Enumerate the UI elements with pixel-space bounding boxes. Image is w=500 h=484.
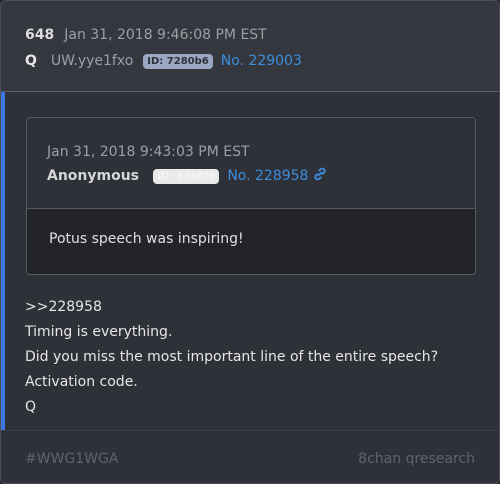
quoted-post-header: Jan 31, 2018 9:43:03 PM EST Anonymous ID… (27, 118, 475, 209)
post-line: Activation code. (25, 374, 138, 390)
post-number: 648 (25, 27, 55, 43)
quoted-poster-id-badge: ID: e3e8f0 (153, 168, 220, 184)
quoted-post-date: Jan 31, 2018 9:43:03 PM EST (47, 144, 250, 160)
post-author: Q (25, 53, 37, 69)
quoted-post-number-link[interactable]: No. 228958 (227, 168, 308, 184)
post-line: Timing is everything. (25, 324, 173, 340)
post-signature: Q (25, 399, 37, 415)
post-number-link[interactable]: No. 229003 (221, 53, 302, 69)
poster-id-badge: ID: 7280b6 (143, 53, 213, 69)
quoted-post-text: Potus speech was inspiring! (49, 231, 244, 247)
quoted-post: Jan 31, 2018 9:43:03 PM EST Anonymous ID… (26, 117, 476, 275)
post-source: 8chan qresearch (358, 451, 475, 467)
quoted-post-body: Potus speech was inspiring! (27, 209, 475, 274)
post-content: >>228958 Timing is everything. Did you m… (25, 295, 438, 420)
post-meta-line: 648 Jan 31, 2018 9:46:08 PM EST (25, 25, 267, 45)
post-accent-bar (1, 92, 5, 430)
quoted-post-author-line: Anonymous ID: e3e8f0 No. 228958 (47, 166, 328, 186)
post-author-line: Q UW.yye1fxo ID: 7280b6 No. 229003 (25, 51, 302, 71)
reply-reference-link[interactable]: >>228958 (25, 295, 438, 320)
post-footer: #WWG1WGA 8chan qresearch (1, 430, 499, 483)
hashtag: #WWG1WGA (25, 451, 119, 467)
post-date: Jan 31, 2018 9:46:08 PM EST (64, 27, 267, 43)
post-tripcode: UW.yye1fxo (50, 53, 134, 69)
post-header: 648 Jan 31, 2018 9:46:08 PM EST Q UW.yye… (1, 1, 499, 92)
quoted-post-author: Anonymous (47, 168, 140, 184)
post-card: 648 Jan 31, 2018 9:46:08 PM EST Q UW.yye… (0, 0, 500, 484)
quoted-post-meta-line: Jan 31, 2018 9:43:03 PM EST (47, 142, 250, 162)
link-icon[interactable] (312, 166, 328, 186)
post-line: Did you miss the most important line of … (25, 349, 439, 365)
